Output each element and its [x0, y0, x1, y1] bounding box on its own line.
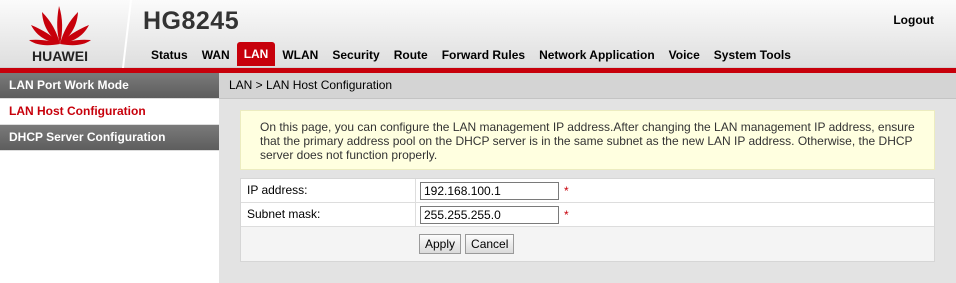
- form-row-ip-address: IP address: *: [241, 179, 934, 203]
- logout-link[interactable]: Logout: [893, 13, 934, 27]
- nav-wan[interactable]: WAN: [195, 44, 237, 66]
- nav-forward-rules[interactable]: Forward Rules: [435, 44, 532, 66]
- header-bar: HUAWEI HG8245 Logout Status WAN LAN WLAN…: [0, 0, 956, 68]
- product-name: HG8245: [143, 7, 240, 35]
- main-nav: Status WAN LAN WLAN Security Route Forwa…: [144, 42, 798, 68]
- nav-lan[interactable]: LAN: [236, 42, 276, 66]
- ip-address-input[interactable]: [420, 181, 559, 200]
- huawei-logo: HUAWEI: [0, 0, 118, 68]
- subnet-mask-label: Subnet mask:: [241, 203, 416, 226]
- sidebar-item-lan-host-configuration[interactable]: LAN Host Configuration: [0, 99, 219, 125]
- apply-button[interactable]: Apply: [419, 234, 462, 254]
- nav-system-tools[interactable]: System Tools: [707, 44, 798, 66]
- nav-route[interactable]: Route: [387, 44, 435, 66]
- sidebar: LAN Port Work Mode LAN Host Configuratio…: [0, 73, 219, 283]
- nav-status[interactable]: Status: [144, 44, 195, 66]
- lan-host-form: IP address: * Subnet mask: * Apply Cance…: [240, 178, 935, 262]
- nav-wlan[interactable]: WLAN: [275, 44, 325, 66]
- breadcrumb: LAN > LAN Host Configuration: [219, 73, 956, 99]
- form-row-subnet-mask: Subnet mask: *: [241, 203, 934, 227]
- nav-voice[interactable]: Voice: [662, 44, 707, 66]
- sidebar-item-lan-port-work-mode[interactable]: LAN Port Work Mode: [0, 73, 219, 99]
- nav-security[interactable]: Security: [325, 44, 386, 66]
- cancel-button[interactable]: Cancel: [465, 234, 515, 254]
- ip-address-label: IP address:: [241, 179, 416, 202]
- huawei-logo-icon: [29, 6, 91, 46]
- form-buttons: Apply Cancel: [241, 227, 934, 261]
- nav-network-application[interactable]: Network Application: [532, 44, 662, 66]
- main-content: LAN > LAN Host Configuration On this pag…: [219, 73, 956, 283]
- info-notice: On this page, you can configure the LAN …: [240, 110, 935, 170]
- subnet-mask-input[interactable]: [420, 205, 559, 224]
- brand-name: HUAWEI: [32, 48, 88, 64]
- required-marker: *: [564, 183, 569, 198]
- header-divider: [122, 0, 132, 68]
- required-marker: *: [564, 207, 569, 222]
- sidebar-item-dhcp-server-configuration[interactable]: DHCP Server Configuration: [0, 125, 219, 151]
